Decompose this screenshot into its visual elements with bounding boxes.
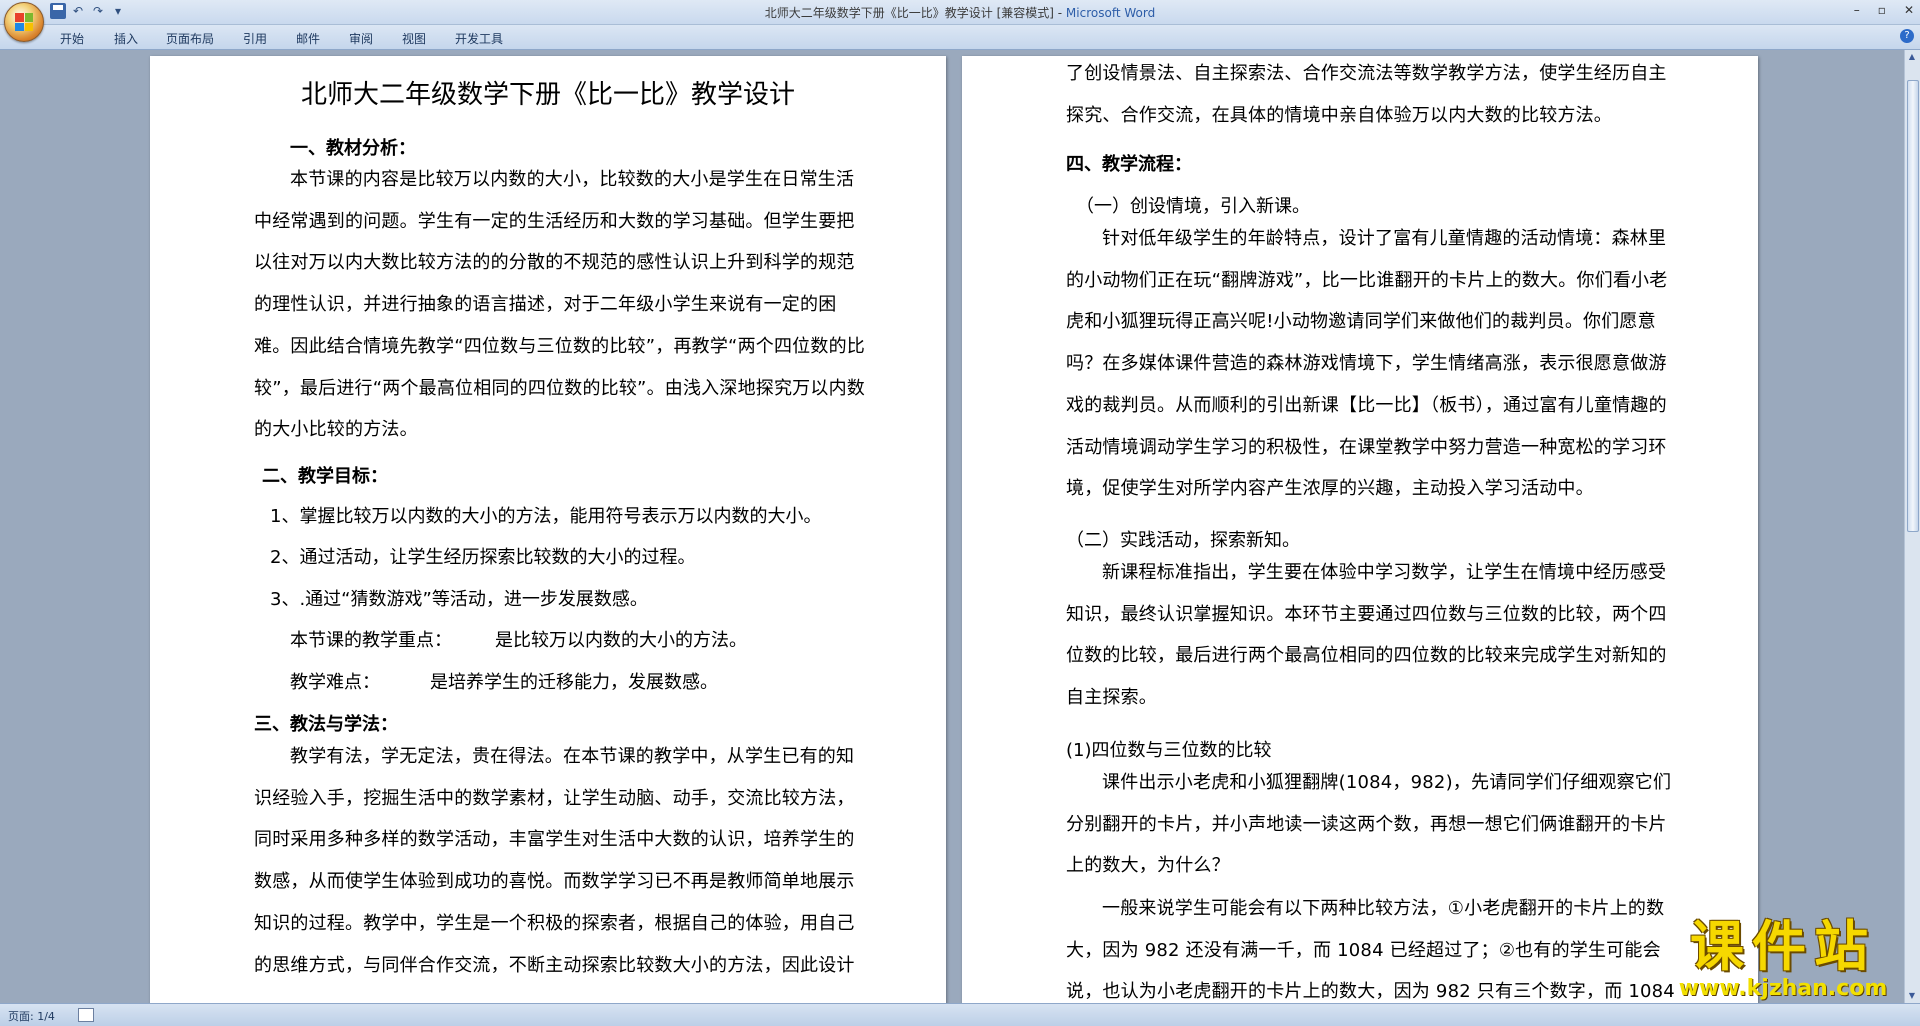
goal-item-2: 2、通过活动，让学生经历探索比较数的大小的过程。 <box>270 547 696 568</box>
tab-developer[interactable]: 开发工具 <box>455 30 503 47</box>
close-button[interactable]: ✕ <box>1904 3 1914 17</box>
key-point-label: 本节课的教学重点： <box>290 630 452 651</box>
heading-teaching-goals: 二、教学目标： <box>262 466 388 487</box>
spelling-check-icon[interactable] <box>78 1008 94 1022</box>
tab-home[interactable]: 开始 <box>60 30 84 47</box>
key-point-value: 是比较万以内数的大小的方法。 <box>495 630 747 651</box>
page-1[interactable]: 北师大二年级数学下册《比一比》教学设计 一、教材分析： 本节课的内容是比较万以内… <box>150 56 946 1003</box>
watermark-url-text: www.kjzhan.com <box>1678 976 1888 1001</box>
section-practice-explore: （二）实践活动，探索新知。 <box>1066 530 1300 551</box>
tab-references[interactable]: 引用 <box>243 30 267 47</box>
office-button[interactable] <box>4 2 44 42</box>
help-icon[interactable]: ? <box>1900 29 1914 43</box>
heading-teaching-process: 四、教学流程： <box>1066 154 1192 175</box>
section-four-vs-three-digit: (1)四位数与三位数的比较 <box>1066 740 1272 761</box>
document-workspace: 北师大二年级数学下册《比一比》教学设计 一、教材分析： 本节课的内容是比较万以内… <box>0 50 1905 1003</box>
tab-view[interactable]: 视图 <box>402 30 426 47</box>
goal-item-1: 1、掌握比较万以内数的大小的方法，能用符号表示万以内数的大小。 <box>270 506 822 527</box>
window-controls: – ▫ ✕ <box>1854 3 1914 17</box>
minimize-button[interactable]: – <box>1854 3 1860 17</box>
heading-methods: 三、教法与学法： <box>254 714 398 735</box>
paragraph-create-situation: 针对低年级学生的年龄特点，设计了富有儿童情趣的活动情境：森林里的小动物们正在玩“… <box>1066 228 1668 500</box>
tab-mailings[interactable]: 邮件 <box>296 30 320 47</box>
scrollbar-thumb[interactable] <box>1907 80 1919 532</box>
app-name: Microsoft Word <box>1065 6 1156 20</box>
watermark-cn-text: 课件站 <box>1690 915 1876 978</box>
vertical-scrollbar[interactable]: ▲ ▼ <box>1904 50 1920 1003</box>
paragraph-practice-explore: 新课程标准指出，学生要在体验中学习数学，让学生在情境中经历感受知识，最终认识掌握… <box>1066 562 1667 709</box>
difficulty-label: 教学难点： <box>290 672 380 693</box>
status-bar: 页面: 1/4 <box>0 1003 1920 1026</box>
paragraph-card-flip: 课件出示小老虎和小狐狸翻牌(1084，982)，先请同学们仔细观察它们分别翻开的… <box>1066 772 1672 877</box>
ribbon-tabs: 开始 插入 页面布局 引用 邮件 审阅 视图 开发工具 ? <box>0 25 1920 50</box>
section-create-situation: （一）创设情境，引入新课。 <box>1076 196 1310 217</box>
paragraph-comparison-methods: 一般来说学生可能会有以下两种比较方法，①小老虎翻开的卡片上的数大，因为 982 … <box>1066 898 1675 1003</box>
tab-page-layout[interactable]: 页面布局 <box>166 30 214 47</box>
tab-review[interactable]: 审阅 <box>349 30 373 47</box>
scroll-up-icon[interactable]: ▲ <box>1907 52 1917 62</box>
title-bar: ↶ ↷ ▾ 北师大二年级数学下册《比一比》教学设计 [兼容模式] - Micro… <box>0 0 1920 25</box>
page-count[interactable]: 页面: 1/4 <box>8 1008 55 1024</box>
maximize-button[interactable]: ▫ <box>1878 3 1886 17</box>
paragraph-textbook-analysis: 本节课的内容是比较万以内数的大小，比较数的大小是学生在日常生活中经常遇到的问题。… <box>254 169 865 441</box>
document-title: 北师大二年级数学下册《比一比》教学设计 <box>300 80 795 110</box>
page-2[interactable]: 了创设情景法、自主探索法、合作交流法等数学教学方法，使学生经历自主探究、合作交流… <box>962 56 1758 1003</box>
document-name: 北师大二年级数学下册《比一比》教学设计 [兼容模式] - <box>764 6 1066 20</box>
goal-item-3: 3、.通过“猜数游戏”等活动，进一步发展数感。 <box>270 589 648 610</box>
difficulty-value: 是培养学生的迁移能力，发展数感。 <box>430 672 718 693</box>
heading-textbook-analysis: 一、教材分析： <box>290 138 416 159</box>
kjzhan-watermark: 课件站 www.kjzhan.com <box>1648 918 1918 1006</box>
paragraph-methods-continued: 了创设情景法、自主探索法、合作交流法等数学教学方法，使学生经历自主探究、合作交流… <box>1066 63 1667 126</box>
paragraph-methods: 教学有法，学无定法，贵在得法。在本节课的教学中，从学生已有的知识经验入手，挖掘生… <box>254 746 855 976</box>
tab-insert[interactable]: 插入 <box>114 30 138 47</box>
office-logo-icon <box>15 13 33 31</box>
window-title: 北师大二年级数学下册《比一比》教学设计 [兼容模式] - Microsoft W… <box>0 4 1920 21</box>
